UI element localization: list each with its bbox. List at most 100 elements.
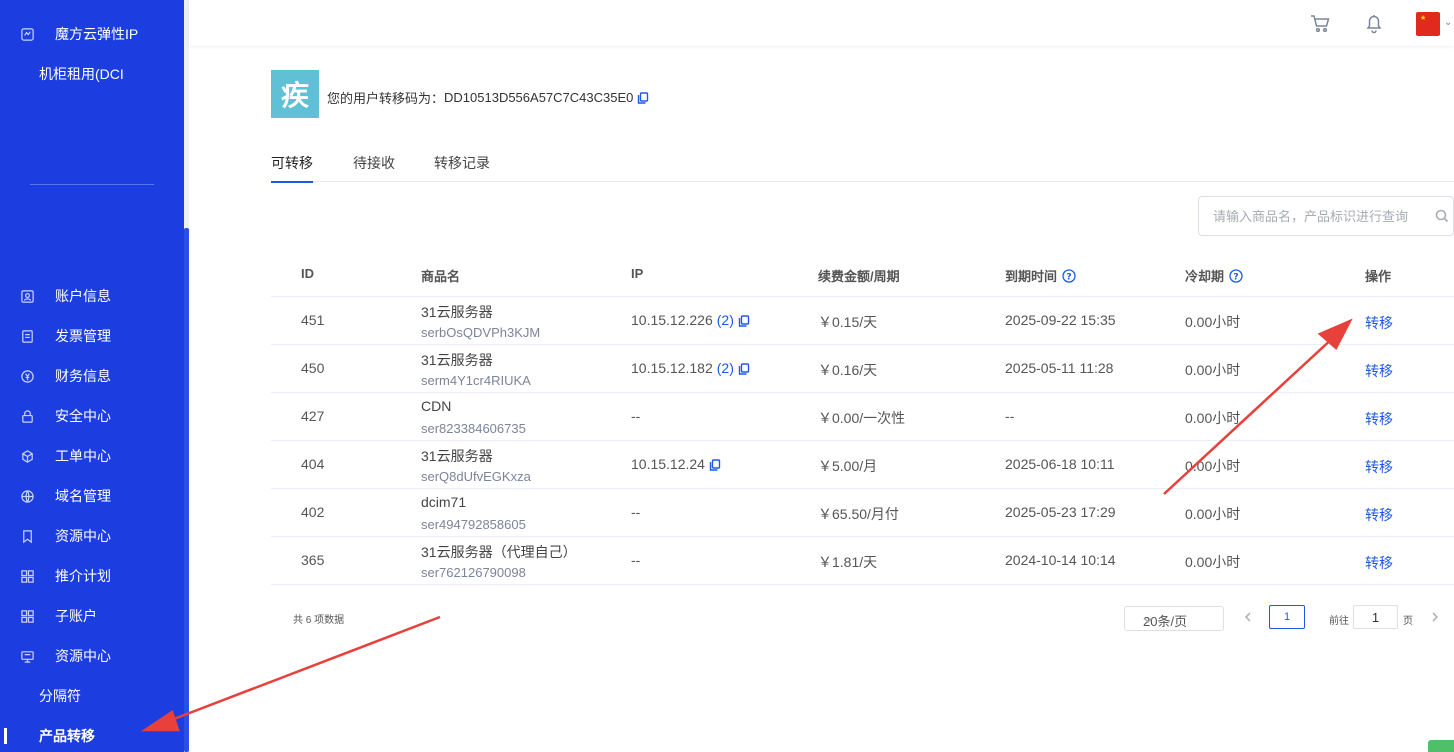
cell-cooldown: 0.00小时 — [1185, 554, 1241, 570]
tab-transfer-history[interactable]: 转移记录 — [434, 153, 490, 182]
cell-renewal: ￥1.81/天 — [818, 554, 878, 570]
cell-renewal: ￥0.15/天 — [818, 314, 878, 330]
tab-transferable[interactable]: 可转移 — [271, 153, 313, 183]
sidebar-item-invoice[interactable]: 发票管理 — [0, 316, 184, 356]
sidebar-divider — [30, 184, 154, 185]
question-icon[interactable]: ? — [1062, 268, 1076, 283]
sidebar-item-label: 安全中心 — [55, 408, 111, 424]
svg-text:?: ? — [1066, 272, 1071, 282]
sidebar-item-security[interactable]: 安全中心 — [0, 396, 184, 436]
cell-cooldown: 0.00小时 — [1185, 458, 1241, 474]
page-size-select[interactable]: 20条/页 — [1124, 606, 1224, 631]
sidebar-item-product-transfer[interactable]: 产品转移 — [0, 716, 184, 752]
sidebar-item-account[interactable]: 账户信息 — [0, 276, 184, 316]
svg-text:?: ? — [1233, 272, 1238, 282]
cell-cooldown: 0.00小时 — [1185, 410, 1241, 426]
copy-icon[interactable] — [637, 91, 649, 104]
monitor-icon — [19, 648, 35, 664]
sidebar-item-label: 产品转移 — [39, 728, 95, 744]
sidebar-item-subaccount[interactable]: 子账户 — [0, 596, 184, 636]
sidebar-item-cabinet[interactable]: 机柜租用(DCI — [0, 54, 184, 94]
invoice-icon — [19, 328, 35, 344]
cell-product-name: 31云服务器 — [421, 352, 493, 368]
sidebar-item-label: 域名管理 — [55, 488, 111, 504]
cell-product-name: 31云服务器 — [421, 448, 493, 464]
question-icon[interactable]: ? — [1229, 268, 1243, 283]
sidebar-item-label: 账户信息 — [55, 288, 111, 304]
cell-id: 365 — [301, 552, 325, 568]
cell-ip: -- — [631, 408, 641, 424]
sidebar: 魔方云弹性IP 机柜租用(DCI 账户信息 发票管理 财务信息 安全中心 工单中… — [0, 0, 184, 752]
tab-pending[interactable]: 待接收 — [353, 153, 395, 182]
search-input[interactable] — [1213, 206, 1427, 226]
goto-page-input[interactable] — [1353, 605, 1398, 629]
sidebar-item-label: 分隔符 — [39, 688, 81, 704]
search-icon[interactable] — [1435, 209, 1449, 223]
header-expire-label: 到期时间 — [1005, 269, 1058, 284]
sidebar-item-resource-2[interactable]: 资源中心 — [0, 636, 184, 676]
sidebar-item-elastic-ip[interactable]: 魔方云弹性IP — [0, 14, 184, 54]
cell-ip: 10.15.12.182 (2) — [631, 360, 750, 376]
sidebar-item-label: 推介计划 — [55, 568, 111, 584]
cell-expire: 2025-05-23 17:29 — [1005, 504, 1116, 520]
table-row: 402 dcim71 ser494792858605 -- ￥65.50/月付 … — [271, 489, 1454, 537]
header-id: ID — [301, 266, 314, 281]
chevron-down-icon[interactable]: ⌄ — [1444, 17, 1452, 28]
table-row: 450 31云服务器 serm4Y1cr4RIUKA 10.15.12.182 … — [271, 345, 1454, 393]
transfer-link[interactable]: 转移 — [1365, 409, 1393, 429]
sidebar-item-label: 财务信息 — [55, 368, 111, 384]
ip-count-link[interactable]: (2) — [717, 312, 734, 328]
table-header: ID 商品名 IP 续费金额/周期 到期时间 ? 冷却期 ? 操作 — [271, 252, 1454, 297]
cell-id: 427 — [301, 408, 325, 424]
copy-icon[interactable] — [709, 458, 721, 471]
cell-renewal: ￥65.50/月付 — [818, 506, 899, 522]
bell-icon[interactable] — [1363, 12, 1385, 34]
cell-product-tag: serbOsQDVPh3KJM — [421, 325, 541, 340]
cell-cooldown: 0.00小时 — [1185, 506, 1241, 522]
cell-product-tag: ser494792858605 — [421, 517, 526, 532]
globe-icon — [19, 488, 35, 504]
transfer-link[interactable]: 转移 — [1365, 361, 1393, 381]
sidebar-item-referral[interactable]: 推介计划 — [0, 556, 184, 596]
transfer-link[interactable]: 转移 — [1365, 313, 1393, 333]
header-expire: 到期时间 ? — [1005, 266, 1076, 285]
sidebar-item-ticket[interactable]: 工单中心 — [0, 436, 184, 476]
cell-renewal: ￥0.00/一次性 — [818, 410, 906, 426]
prev-page-button[interactable] — [1242, 610, 1254, 622]
sidebar-item-separator[interactable]: 分隔符 — [0, 676, 184, 716]
cell-ip: -- — [631, 552, 641, 568]
header-product-name: 商品名 — [421, 269, 461, 284]
sidebar-item-finance[interactable]: 财务信息 — [0, 356, 184, 396]
cloud-ip-icon — [19, 26, 35, 42]
sidebar-item-label: 子账户 — [55, 608, 97, 624]
page-number-current[interactable]: 1 — [1269, 605, 1305, 629]
table-row: 365 31云服务器（代理自己） ser762126790098 -- ￥1.8… — [271, 537, 1454, 585]
ip-value: 10.15.12.226 — [631, 312, 713, 328]
header-cooldown: 冷却期 ? — [1185, 266, 1243, 285]
transfer-link[interactable]: 转移 — [1365, 457, 1393, 477]
sidebar-item-resource[interactable]: 资源中心 — [0, 516, 184, 556]
cart-icon[interactable] — [1309, 12, 1331, 34]
cell-renewal: ￥0.16/天 — [818, 362, 878, 378]
china-flag-icon[interactable]: ★ — [1416, 12, 1440, 36]
ip-count-link[interactable]: (2) — [717, 360, 734, 376]
tab-bar: 可转移 待接收 转移记录 — [271, 150, 1454, 183]
top-header — [189, 0, 1454, 46]
chevron-down-icon — [1143, 613, 1153, 624]
table-row: 404 31云服务器 serQ8dUfvEGKxza 10.15.12.24 ￥… — [271, 441, 1454, 489]
search-box — [1198, 196, 1454, 236]
transfer-table: ID 商品名 IP 续费金额/周期 到期时间 ? 冷却期 ? 操作 451 31… — [271, 252, 1454, 585]
avatar: 疾 — [271, 70, 319, 118]
transfer-link[interactable]: 转移 — [1365, 505, 1393, 525]
grid-icon — [19, 568, 35, 584]
cell-cooldown: 0.00小时 — [1185, 314, 1241, 330]
sidebar-scrollbar-thumb[interactable] — [184, 228, 189, 752]
next-page-button[interactable] — [1429, 610, 1441, 622]
sidebar-item-domain[interactable]: 域名管理 — [0, 476, 184, 516]
cell-product-tag: serQ8dUfvEGKxza — [421, 469, 531, 484]
copy-icon[interactable] — [738, 314, 750, 327]
yen-icon — [19, 368, 35, 384]
cell-product-tag: ser823384606735 — [421, 421, 526, 436]
copy-icon[interactable] — [738, 362, 750, 375]
transfer-link[interactable]: 转移 — [1365, 553, 1393, 573]
